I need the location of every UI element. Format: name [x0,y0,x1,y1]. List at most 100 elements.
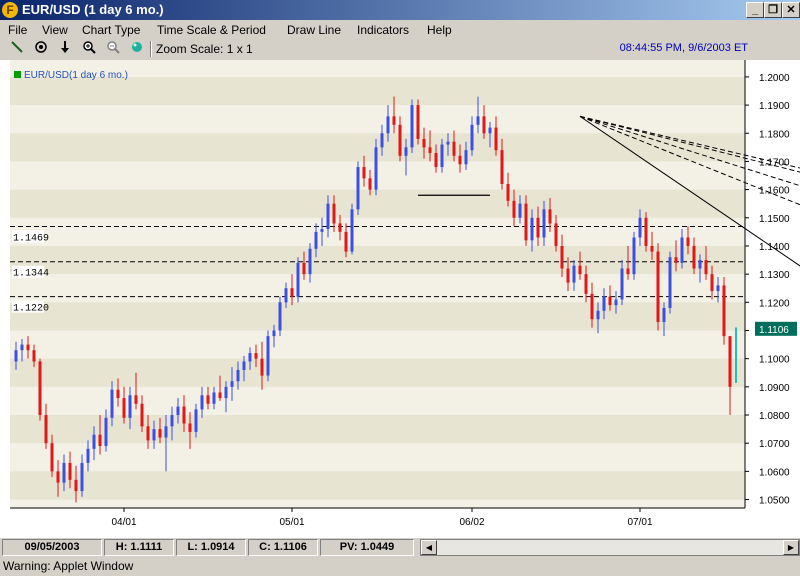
candle-body [656,251,660,323]
scroll-right-button[interactable]: ▶ [783,540,799,555]
candle-body [698,260,702,269]
candle-body [710,274,714,292]
candle-body [716,285,720,292]
candle-body [140,403,144,427]
candle-body [470,124,474,151]
plot-band [10,76,745,106]
candle-body [722,285,726,337]
pencil-icon[interactable] [8,40,26,58]
menu-chart-type[interactable]: Chart Type [82,23,140,37]
x-tick-label: 06/02 [459,517,484,528]
candle-body [680,237,684,263]
candle-body [314,231,318,249]
chart-area[interactable]: 1.2000 1.1900 1.1800 1.1700 1.1600 1.1500 1.14… [0,60,800,538]
toolbar: Zoom Scale: 1 x 1 08:44:55 PM, 9/6/2003 … [0,39,800,59]
candle-body [260,358,264,376]
candle-body [374,147,378,190]
candle-body [704,260,708,275]
candle-body [524,203,528,241]
candle-body [98,434,102,447]
candle-body [458,155,462,165]
candle-body [452,141,456,156]
candle-body [296,262,300,297]
scroll-left-button[interactable]: ◀ [421,540,437,555]
candle-body [596,310,600,320]
candle-body [86,448,90,463]
candle-body [422,138,426,148]
x-tick-label: 07/01 [627,517,652,528]
status-pv: PV: 1.0449 [320,539,414,556]
candle-body [728,336,732,387]
candle-body [38,361,42,416]
candle-body [128,395,132,418]
candle-body [26,344,30,351]
target-icon[interactable] [32,40,50,58]
candle-body [602,296,606,311]
level-label: 1.1220 [13,304,49,315]
app-icon[interactable]: F [2,2,18,18]
candle-body [530,217,534,241]
candle-body [224,386,228,399]
restore-button[interactable]: ❐ [764,2,782,18]
candle-body [212,392,216,404]
y-tick-label: 1.0600 [759,467,790,478]
candle-body [548,209,552,224]
candle-body [266,336,270,376]
level-label: 1.1469 [13,234,49,245]
y-tick-label: 1.1900 [759,101,790,112]
menu-file[interactable]: File [8,23,27,37]
y-tick-label: 1.1000 [759,355,790,366]
minimize-button[interactable]: _ [746,2,764,18]
candle-body [476,116,480,125]
candle-body [146,426,150,441]
candle-body [44,415,48,444]
candle-body [344,231,348,252]
title-bar: F EUR/USD (1 day 6 mo.) _ ❐ ✕ [0,0,800,20]
y-tick-label: 1.1800 [759,129,790,140]
candle-body [410,105,414,148]
candle-body [74,479,78,492]
candle-body [308,248,312,275]
candle-body [158,429,162,438]
candle-body [176,406,180,416]
window-title: EUR/USD (1 day 6 mo.) [22,2,164,17]
menu-time-scale[interactable]: Time Scale & Period [157,23,266,37]
candle-body [500,150,504,184]
candle-body [200,395,204,410]
candle-body [620,268,624,300]
y-tick-label: 1.0700 [759,439,790,450]
plot-band [10,358,745,387]
candle-body [206,395,210,404]
arrow-down-icon[interactable] [56,40,74,58]
candle-body [242,361,246,370]
menu-draw-line[interactable]: Draw Line [287,23,341,37]
menu-help[interactable]: Help [427,23,452,37]
candle-body [590,293,594,320]
candle-body [56,471,60,483]
candle-body [50,443,54,472]
legend-label: EUR/USD(1 day 6 mo.) [24,70,128,81]
zoom-out-icon[interactable] [104,40,122,58]
candle-body [326,203,330,230]
candle-body [368,178,372,190]
candle-body [626,268,630,275]
ball-icon[interactable] [128,40,146,58]
horizontal-scrollbar[interactable]: ◀ ▶ [420,539,800,556]
candle-body [236,369,240,382]
candle-body [110,389,114,418]
zoom-in-icon[interactable] [80,40,98,58]
candle-body [170,415,174,427]
menu-view[interactable]: View [42,23,68,37]
candle-body [536,217,540,238]
candle-body [632,237,636,275]
candle-body [272,330,276,337]
candle-body [614,299,618,306]
close-button[interactable]: ✕ [782,2,800,18]
candle-body [362,167,366,179]
candle-body [608,296,612,306]
status-close: C: 1.1106 [248,539,318,556]
menu-indicators[interactable]: Indicators [357,23,409,37]
candlestick-chart[interactable]: 1.20001.19001.18001.17001.16001.15001.14… [0,60,800,538]
y-tick-label: 1.0800 [759,411,790,422]
candle-body [506,183,510,201]
